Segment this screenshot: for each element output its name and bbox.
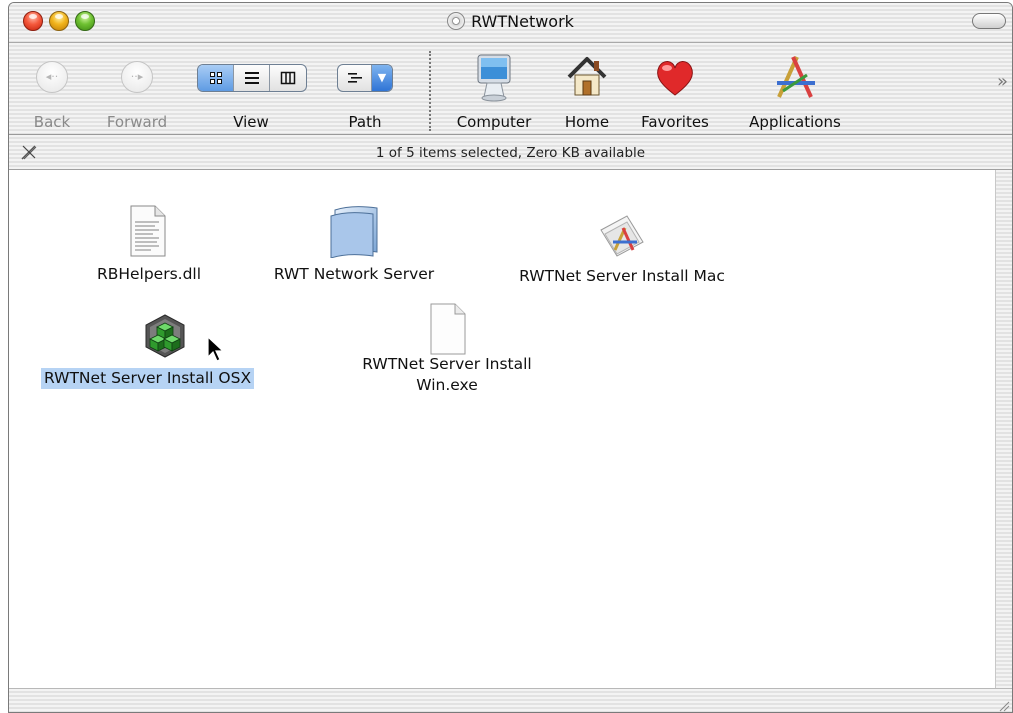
toolbar-separator — [429, 51, 431, 131]
file-item-rwt-network-server[interactable]: RWT Network Server — [249, 200, 459, 300]
status-text: 1 of 5 items selected, Zero KB available — [375, 145, 646, 161]
file-name: RWT Network Server — [273, 265, 435, 283]
path-popup-button[interactable]: ▼ — [337, 64, 393, 92]
computer-label: Computer — [456, 113, 532, 131]
forward-label: Forward — [106, 113, 168, 131]
heart-icon — [657, 61, 693, 96]
view-label: View — [233, 113, 269, 131]
applications-button[interactable]: Applications — [737, 43, 853, 135]
file-item-install-osx[interactable]: RWTNet Server Install OSX — [37, 305, 307, 395]
file-item-install-mac[interactable]: RWTNet Server Install Mac — [491, 200, 753, 300]
file-item-rbhelpers[interactable]: RBHelpers.dll — [69, 200, 229, 300]
file-name-selected: RWTNet Server Install OSX — [41, 368, 255, 389]
file-name-line1: RWTNet Server Install — [362, 355, 532, 373]
computer-button[interactable]: Computer — [449, 43, 539, 135]
file-name: RBHelpers.dll — [96, 265, 202, 283]
applications-icon — [777, 56, 815, 98]
finder-window: RWTNetwork ◂·· Back ··▸ Forward View ▼ P… — [8, 2, 1013, 713]
resize-grip-icon[interactable] — [998, 700, 1010, 712]
path-control: ▼ Path — [337, 43, 393, 135]
forward-button[interactable]: ··▸ Forward — [101, 43, 173, 135]
document-icon — [130, 205, 166, 257]
home-icon — [567, 57, 607, 96]
home-label: Home — [564, 113, 610, 131]
path-icon — [347, 73, 362, 83]
mouse-pointer-icon — [207, 335, 225, 362]
toolbar-toggle-button[interactable] — [972, 13, 1006, 29]
cube-app-icon — [145, 314, 185, 358]
back-arrow-icon: ◂·· — [36, 61, 68, 93]
list-view-icon — [244, 72, 259, 84]
blank-document-icon — [430, 303, 466, 355]
window-title-text: RWTNetwork — [471, 12, 574, 31]
file-name-line2: Win.exe — [416, 376, 478, 394]
column-view-icon — [280, 71, 296, 85]
back-button[interactable]: ◂·· Back — [27, 43, 77, 135]
window-footer — [9, 688, 1012, 712]
column-view-button[interactable] — [270, 65, 306, 91]
path-icon-cell — [338, 65, 372, 91]
applications-label: Applications — [749, 113, 841, 131]
toolbar-overflow-icon[interactable]: » — [997, 71, 1008, 92]
home-button[interactable]: Home — [557, 43, 617, 135]
window-title: RWTNetwork — [9, 12, 1012, 31]
path-label: Path — [348, 113, 382, 131]
title-bar[interactable]: RWTNetwork — [9, 3, 1012, 43]
file-item-install-win[interactable]: RWTNet Server Install Win.exe — [329, 298, 565, 408]
view-control: View — [195, 43, 307, 135]
icon-view-area[interactable]: RBHelpers.dll RWT Network Server RWTNet … — [9, 170, 997, 688]
installer-app-icon — [600, 215, 644, 257]
toolbar: ◂·· Back ··▸ Forward View ▼ Path Compute… — [9, 43, 1012, 135]
file-name: RWTNet Server Install Mac — [519, 267, 725, 285]
favorites-label: Favorites — [641, 113, 709, 131]
icon-view-icon — [209, 72, 222, 84]
list-view-button[interactable] — [234, 65, 270, 91]
status-bar: 1 of 5 items selected, Zero KB available — [9, 135, 1012, 170]
folder-icon — [330, 206, 378, 258]
favorites-button[interactable]: Favorites — [631, 43, 719, 135]
icon-view-button[interactable] — [198, 65, 234, 91]
chevron-down-icon: ▼ — [372, 65, 392, 91]
forward-arrow-icon: ··▸ — [121, 61, 153, 93]
vertical-scrollbar[interactable] — [995, 170, 1012, 688]
computer-icon — [477, 54, 511, 102]
view-segmented-control[interactable] — [197, 64, 307, 92]
back-label: Back — [33, 113, 71, 131]
disc-icon — [447, 12, 466, 30]
